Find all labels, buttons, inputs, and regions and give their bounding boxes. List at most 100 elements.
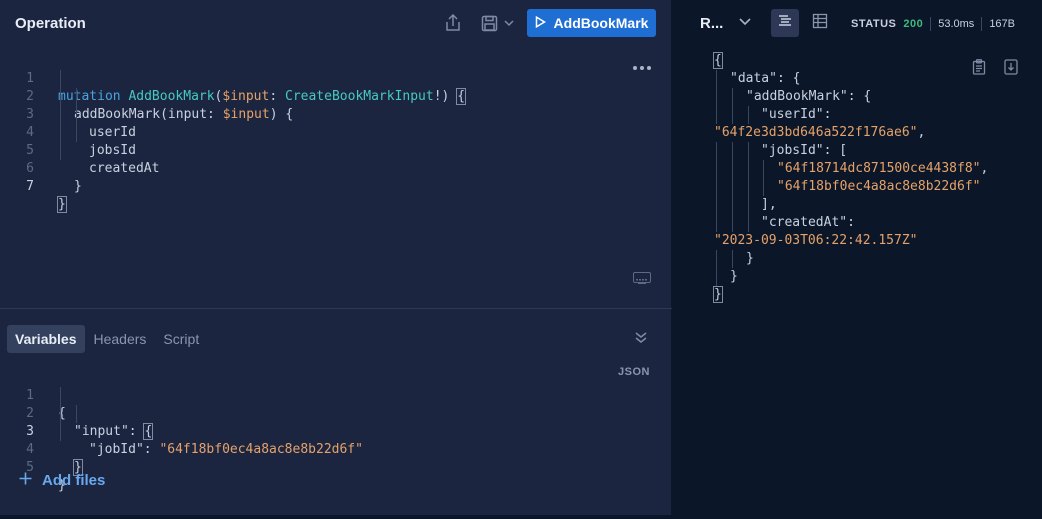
collapse-icon[interactable]	[634, 330, 650, 346]
code-line: "addBookMark": {	[746, 88, 871, 106]
indent-guide	[748, 142, 749, 232]
text-view-icon	[777, 13, 793, 34]
code-line: }	[730, 268, 738, 286]
code-line: "2023-09-03T06:22:42.157Z"	[714, 232, 918, 250]
code-line: {	[713, 52, 723, 70]
more-options-icon[interactable]	[632, 58, 652, 76]
matched-bracket: {	[143, 423, 154, 440]
token-punct: :	[823, 107, 832, 122]
token-type: CreateBookMarkInput	[285, 89, 434, 104]
token-punct: :	[847, 215, 855, 230]
divider	[930, 17, 932, 31]
code-line: 1 mutation AddBookMark($input: CreateBoo…	[0, 52, 467, 105]
token-string: "64f2e3d3bd646a522f176ae6"	[714, 125, 918, 140]
token-string: "64f18bf0ec4a8ac8e8b22d6f"	[159, 442, 363, 457]
token-punct: }	[74, 179, 82, 194]
token-punct: ],	[761, 197, 777, 212]
code-line: "userId":	[761, 106, 831, 124]
add-files-label: Add files	[42, 472, 106, 489]
token-key: "createdAt"	[761, 215, 848, 230]
token-punct: :	[128, 424, 145, 439]
token-field: addBookMark	[74, 107, 161, 122]
indent-guide	[748, 106, 749, 124]
token-punct: :	[269, 89, 285, 104]
token-operation-name: AddBookMark	[128, 89, 215, 104]
indent-guide	[716, 250, 717, 286]
code-line: 4 jobsId	[0, 106, 136, 158]
token-key: "input"	[74, 424, 129, 439]
token-punct: :	[143, 442, 160, 457]
table-icon	[812, 13, 828, 34]
operation-panel: Operation AddBookMark 1 mutation AddBook…	[0, 0, 672, 515]
code-line: 5 createdAt	[0, 124, 159, 176]
tab-variables[interactable]: Variables	[7, 325, 85, 353]
run-operation-button[interactable]: AddBookMark	[527, 9, 656, 37]
divider	[981, 17, 983, 31]
panel-divider[interactable]	[0, 308, 672, 309]
indent-guide	[732, 250, 733, 268]
token-field: userId	[89, 125, 136, 140]
indent-guide	[76, 405, 77, 423]
share-icon[interactable]	[443, 13, 463, 33]
tab-headers[interactable]: Headers	[86, 325, 155, 353]
token-punct: : [	[823, 143, 848, 158]
code-line: ],	[761, 196, 777, 214]
chevron-down-icon[interactable]	[502, 13, 516, 33]
matched-bracket: {	[713, 52, 723, 69]
code-line: }	[713, 286, 723, 304]
matched-bracket: }	[57, 196, 67, 213]
status-label: STATUS	[851, 18, 897, 30]
code-line: 6 }	[0, 142, 82, 194]
json-view-button[interactable]	[771, 9, 799, 37]
token-punct: ) {	[269, 107, 294, 122]
code-line: "createdAt":	[761, 214, 855, 232]
json-format-label[interactable]: JSON	[618, 366, 650, 378]
indent-guide	[732, 88, 733, 124]
indent-guide	[60, 70, 61, 160]
code-line: 5 }	[0, 441, 66, 493]
token-punct: }	[730, 269, 738, 284]
code-line: "64f2e3d3bd646a522f176ae6",	[714, 124, 925, 142]
token-punct: : {	[776, 71, 801, 86]
token-punct: !)	[433, 89, 458, 104]
token-key: "jobId"	[89, 442, 144, 457]
operation-title: Operation	[15, 15, 86, 32]
token-key: "addBookMark"	[746, 89, 848, 104]
indent-guide	[716, 70, 717, 124]
line-number: 7	[26, 179, 34, 194]
code-line: 7 }	[0, 160, 67, 213]
token-variable: $input	[222, 89, 270, 104]
variables-tabs: Variables Headers Script	[7, 325, 208, 353]
token-punct: }	[746, 251, 754, 266]
token-key: "jobsId"	[761, 143, 824, 158]
token-key: "userId"	[761, 107, 824, 122]
table-view-button[interactable]	[806, 9, 834, 37]
matched-bracket: {	[456, 88, 467, 105]
code-line: "64f18714dc871500ce4438f8",	[777, 160, 988, 178]
download-icon[interactable]	[1004, 59, 1020, 76]
code-line: 3 userId	[0, 88, 136, 140]
token-punct: ,	[917, 125, 926, 140]
response-duration: 53.0ms	[938, 18, 975, 30]
tab-script[interactable]: Script	[155, 325, 207, 353]
chevron-down-icon[interactable]	[738, 14, 754, 30]
code-line: 2 addBookMark(input: $input) {	[0, 70, 293, 122]
token-string: "2023-09-03T06:22:42.157Z"	[714, 233, 918, 248]
indent-guide	[716, 142, 717, 232]
code-line: 3 "jobId": "64f18bf0ec4a8ac8e8b22d6f"	[0, 405, 363, 457]
token-punct: ,	[980, 161, 989, 176]
save-icon[interactable]	[479, 13, 499, 33]
keyboard-icon[interactable]	[633, 272, 651, 284]
add-files-button[interactable]: Add files	[19, 472, 105, 489]
matched-bracket: }	[713, 286, 723, 303]
code-line: 2 "input": {	[0, 387, 154, 440]
code-line: "data": {	[730, 70, 800, 88]
token-string: "64f18bf0ec4a8ac8e8b22d6f"	[777, 179, 981, 194]
indent-guide	[76, 88, 77, 142]
token-string: "64f18714dc871500ce4438f8"	[777, 161, 981, 176]
token-field: jobsId	[89, 143, 136, 158]
indent-guide	[60, 387, 61, 441]
token-keyword: mutation	[58, 89, 121, 104]
clipboard-icon[interactable]	[972, 59, 988, 76]
operation-header: Operation AddBookMark	[0, 0, 672, 46]
